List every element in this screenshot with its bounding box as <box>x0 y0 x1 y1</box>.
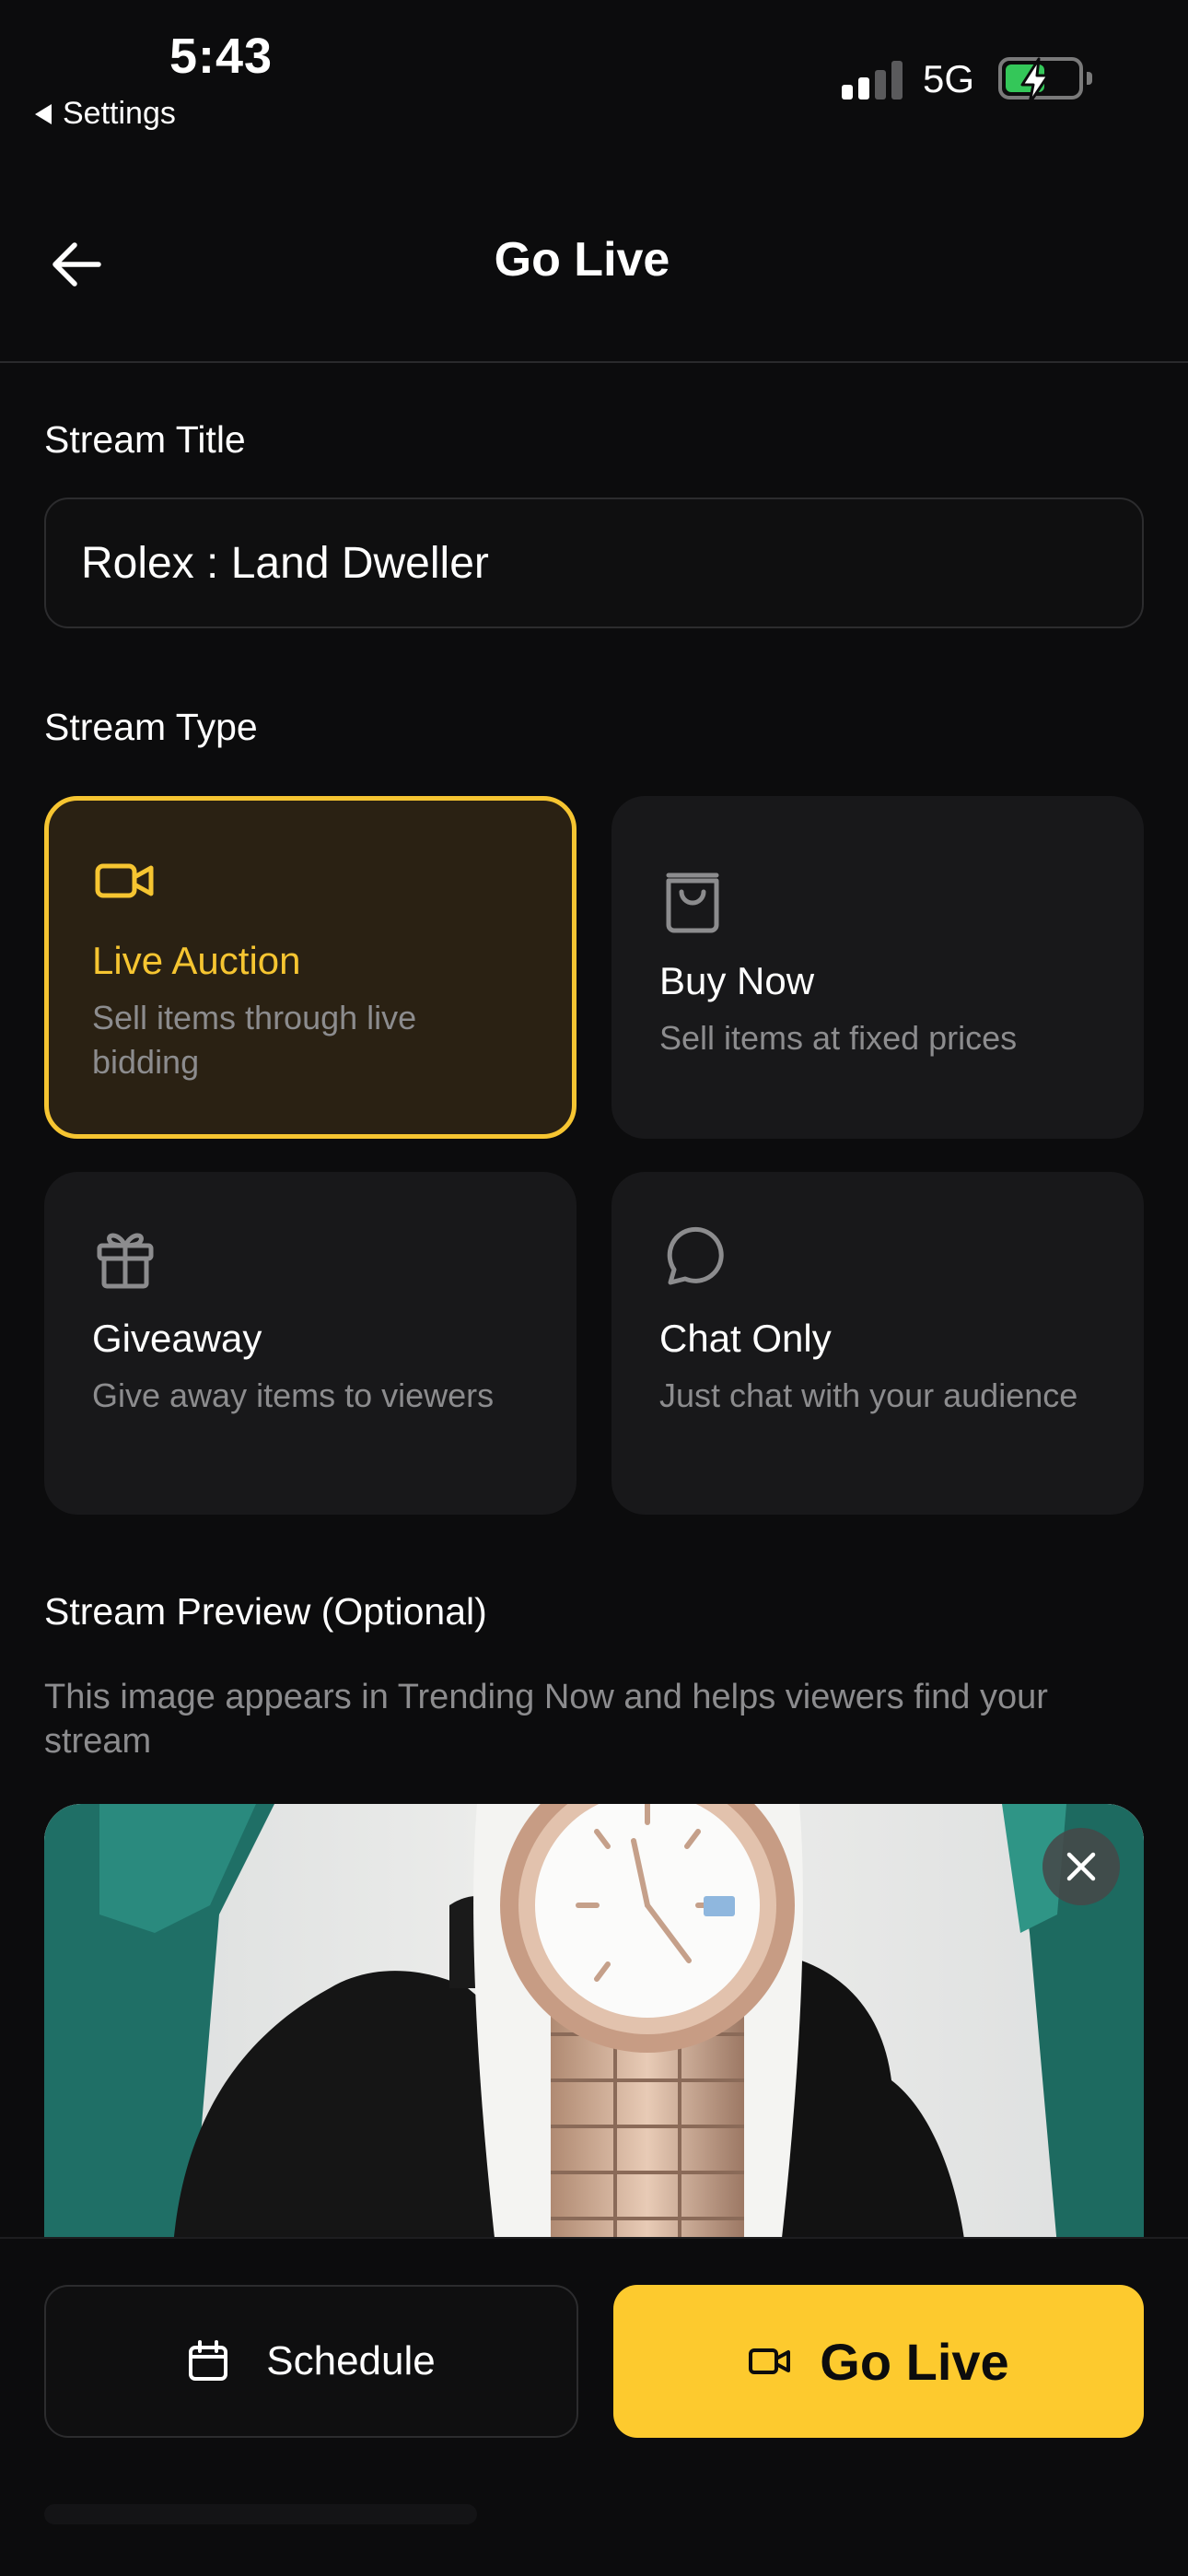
close-icon <box>1066 1852 1096 1881</box>
card-description: Just chat with your audience <box>659 1376 1078 1414</box>
chat-bubble-icon <box>667 1226 724 1285</box>
calendar-icon <box>189 2340 228 2381</box>
stream-title-label: Stream Title <box>44 418 246 461</box>
stream-type-chat-only[interactable]: Chat Only Just chat with your audience <box>611 1172 1144 1515</box>
header-divider <box>0 361 1188 363</box>
back-to-settings-link[interactable]: Settings <box>35 96 176 132</box>
stream-type-live-auction[interactable]: Live Auction Sell items through live bid… <box>44 796 577 1139</box>
card-description: Give away items to viewers <box>92 1376 495 1414</box>
stream-preview-label: Stream Preview (Optional) <box>44 1590 487 1633</box>
card-description: Sell items through live bidding <box>92 999 417 1081</box>
stream-title-input[interactable] <box>44 498 1144 628</box>
stream-type-label: Stream Type <box>44 706 258 748</box>
status-time: 5:43 <box>169 29 274 84</box>
video-camera-icon <box>95 863 154 898</box>
stream-type-buy-now[interactable]: Buy Now Sell items at fixed prices <box>611 796 1144 1139</box>
go-live-button[interactable]: Go Live <box>613 2285 1144 2438</box>
card-description: Sell items at fixed prices <box>659 1019 1018 1057</box>
gift-icon <box>97 1233 154 1289</box>
stream-type-giveaway[interactable]: Giveaway Give away items to viewers <box>44 1172 577 1515</box>
remove-preview-button[interactable] <box>1042 1828 1120 1905</box>
go-live-label: Go Live <box>820 2332 1009 2391</box>
go-live-screen: 5:43 Settings 5G Go Live Stream Title St… <box>0 0 1188 2576</box>
page-title: Go Live <box>494 233 670 287</box>
card-title: Buy Now <box>659 959 815 1002</box>
schedule-label: Schedule <box>266 2338 436 2383</box>
cellular-signal-icon <box>842 61 906 100</box>
network-type: 5G <box>923 57 975 100</box>
shopping-bag-icon <box>666 872 719 933</box>
stream-preview-image <box>44 1804 1144 2246</box>
back-app-label: Settings <box>63 96 176 131</box>
card-title: Giveaway <box>92 1317 262 1360</box>
schedule-button[interactable]: Schedule <box>44 2285 578 2438</box>
stream-preview-description: This image appears in Trending Now and h… <box>44 1678 1048 1761</box>
back-triangle-icon <box>35 103 52 124</box>
watch-photo <box>44 1804 1144 2246</box>
card-title: Chat Only <box>659 1317 832 1360</box>
battery-icon <box>998 57 1092 105</box>
card-title: Live Auction <box>92 939 301 982</box>
home-indicator <box>44 2504 477 2524</box>
charging-bolt-icon <box>1020 57 1050 105</box>
video-camera-icon <box>749 2348 791 2374</box>
